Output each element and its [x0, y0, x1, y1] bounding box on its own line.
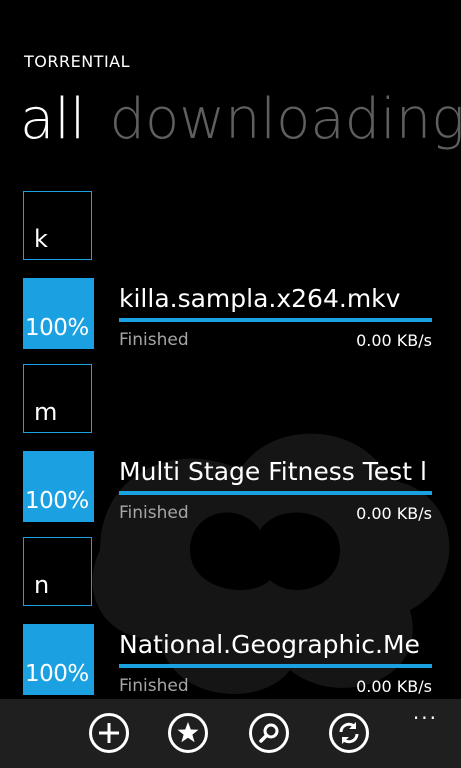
refresh-icon — [339, 722, 359, 744]
pivot-item-all[interactable]: all — [20, 87, 85, 152]
progress-bar — [119, 491, 432, 495]
progress-tile[interactable]: 100% — [23, 624, 94, 695]
more-options-icon[interactable]: ... — [413, 702, 438, 722]
group-header-k[interactable]: k — [23, 191, 92, 260]
add-icon — [99, 723, 119, 743]
group-letter: m — [34, 398, 58, 426]
group-header-m[interactable]: m — [23, 364, 92, 433]
application-bar: ... — [0, 699, 461, 768]
progress-label: 100% — [25, 488, 89, 514]
progress-label: 100% — [25, 315, 89, 341]
refresh-button[interactable] — [329, 713, 369, 753]
progress-label: 100% — [25, 661, 89, 687]
add-button[interactable] — [89, 713, 129, 753]
group-letter: n — [34, 571, 50, 599]
progress-tile[interactable]: 100% — [23, 278, 94, 349]
pivot-item-downloading[interactable]: downloading — [109, 87, 461, 152]
watermark-logo — [92, 433, 450, 694]
torrent-status: Finished — [119, 330, 189, 350]
search-icon — [259, 723, 279, 743]
group-letter: k — [34, 225, 48, 253]
torrent-name[interactable]: killa.sampla.x264.mkv — [119, 284, 437, 313]
progress-tile[interactable]: 100% — [23, 451, 94, 522]
torrent-speed: 0.00 KB/s — [356, 331, 432, 350]
progress-bar — [119, 318, 432, 322]
search-button[interactable] — [249, 713, 289, 753]
progress-bar — [119, 664, 432, 668]
group-header-n[interactable]: n — [23, 537, 92, 606]
favorites-button[interactable] — [168, 713, 208, 753]
torrent-name[interactable]: National.Geographic.Me — [119, 630, 437, 659]
torrent-name[interactable]: Multi Stage Fitness Test l — [119, 457, 437, 486]
torrent-status: Finished — [119, 676, 189, 696]
torrent-speed: 0.00 KB/s — [356, 677, 432, 696]
torrent-speed: 0.00 KB/s — [356, 504, 432, 523]
torrent-status: Finished — [119, 503, 189, 523]
star-icon — [177, 722, 199, 743]
app-title: TORRENTIAL — [24, 52, 131, 71]
pivot-header: all downloading — [20, 82, 461, 158]
